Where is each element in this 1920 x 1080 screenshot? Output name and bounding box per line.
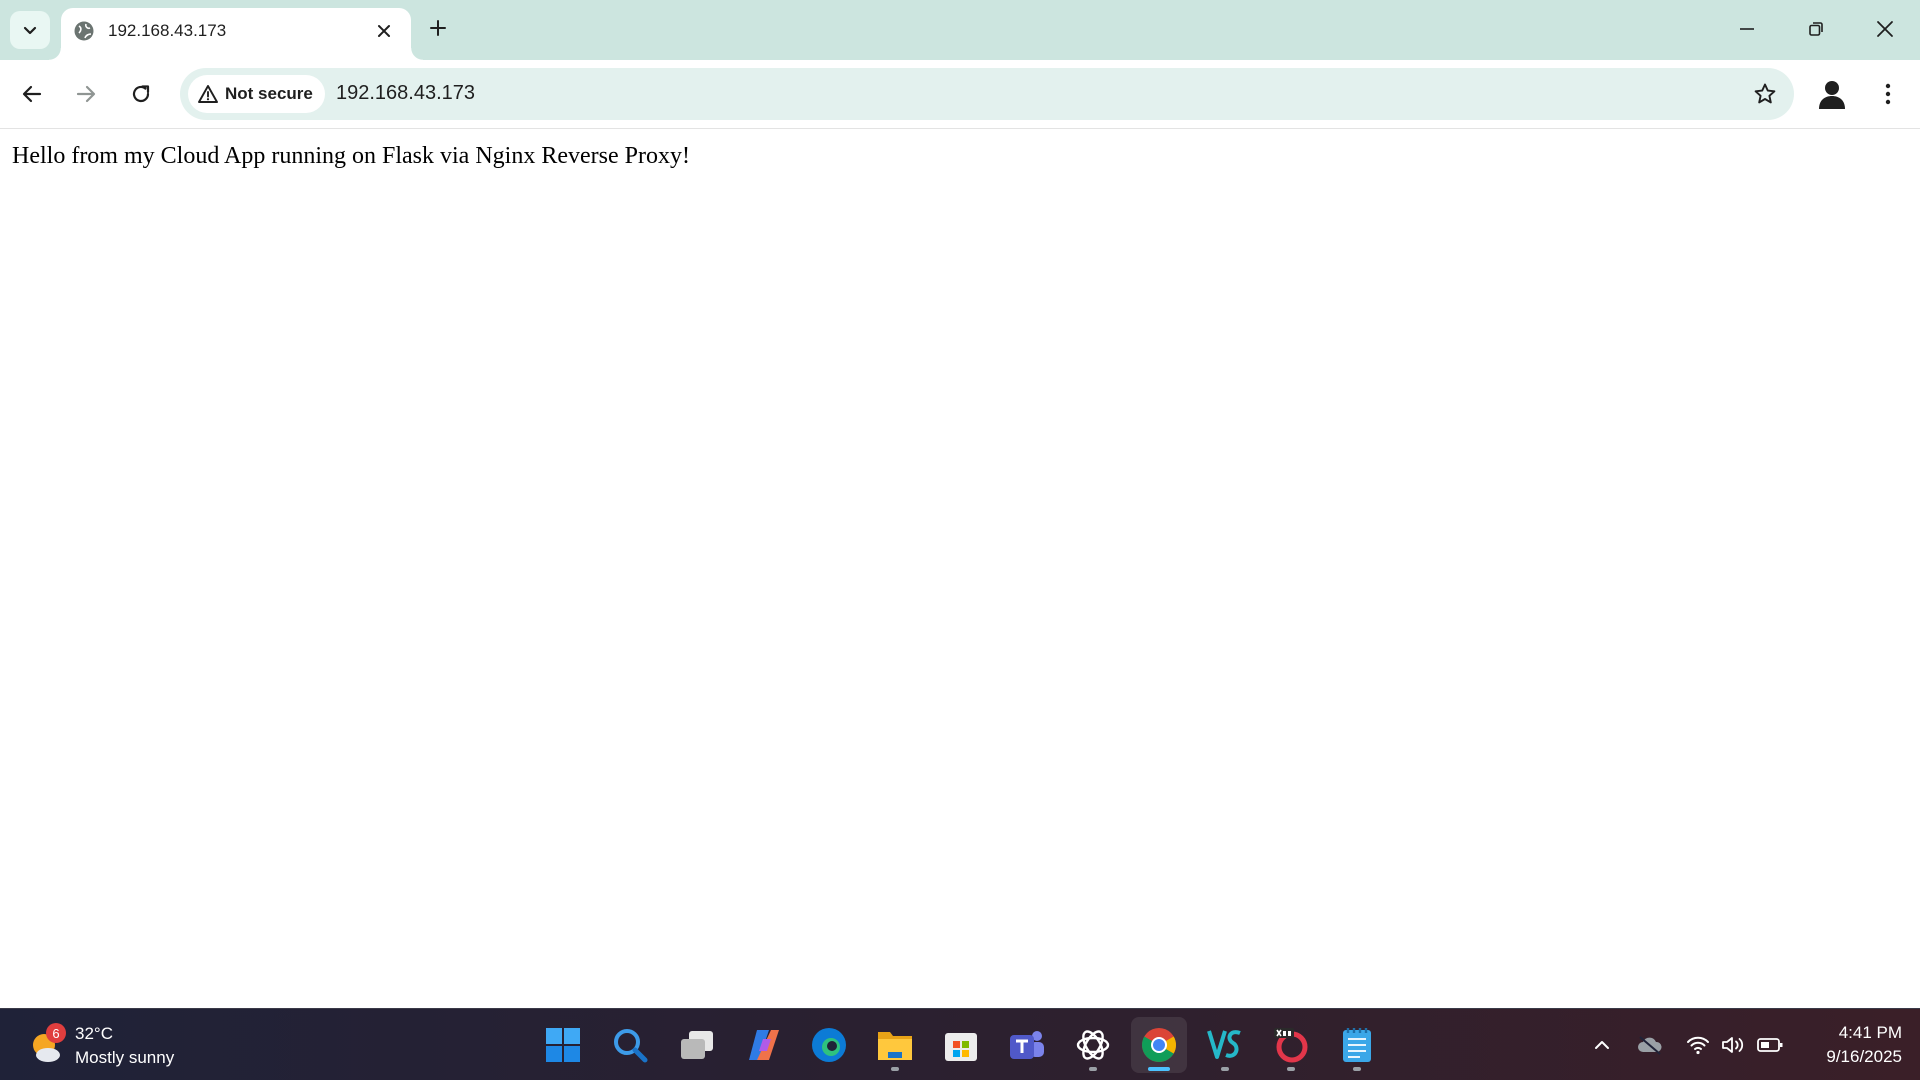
- close-window-button[interactable]: [1862, 8, 1908, 50]
- tab-title: 192.168.43.173: [108, 21, 227, 40]
- profile-button[interactable]: [1812, 74, 1852, 114]
- taskbar-x64-app[interactable]: [1263, 1017, 1319, 1073]
- address-bar[interactable]: Not secure 192.168.43.173: [180, 68, 1794, 120]
- battery-icon: [1757, 1038, 1783, 1052]
- copilot-icon: [749, 1030, 779, 1060]
- restore-icon: [1809, 22, 1823, 36]
- browser-menu-button[interactable]: [1870, 74, 1906, 114]
- star-icon: [1754, 83, 1776, 104]
- weather-condition: Mostly sunny: [75, 1048, 175, 1067]
- globe-icon: [74, 21, 94, 41]
- taskbar-edge[interactable]: [801, 1017, 857, 1073]
- edge-icon: [812, 1028, 846, 1062]
- profile-icon: [1819, 81, 1845, 109]
- browser-tab-active[interactable]: 192.168.43.173: [49, 8, 423, 60]
- windows-start-icon: [546, 1028, 580, 1062]
- security-indicator[interactable]: Not secure: [188, 75, 325, 113]
- taskbar-file-explorer[interactable]: [867, 1017, 923, 1073]
- taskbar-chrome[interactable]: [1131, 1017, 1187, 1073]
- arrow-right-icon: [76, 85, 96, 103]
- notepad-icon: [1343, 1028, 1371, 1062]
- minimize-button[interactable]: [1724, 8, 1770, 50]
- back-button[interactable]: [12, 74, 52, 114]
- active-indicator: [1148, 1067, 1170, 1071]
- reload-button[interactable]: [121, 74, 161, 114]
- reload-icon: [132, 85, 150, 103]
- volume-tray-button[interactable]: [1720, 1031, 1748, 1059]
- browser-toolbar: Not secure 192.168.43.173: [0, 60, 1920, 129]
- clock-date: 9/16/2025: [1826, 1047, 1902, 1066]
- microsoft-store-icon: [945, 1033, 977, 1061]
- tab-search-button[interactable]: [10, 11, 50, 49]
- network-tray-button[interactable]: [1684, 1031, 1712, 1059]
- cloud-offline-icon: [1638, 1036, 1662, 1055]
- running-indicator: [1287, 1067, 1295, 1071]
- web-page-content: Hello from my Cloud App running on Flask…: [0, 130, 1920, 1008]
- wifi-icon: [1687, 1036, 1709, 1055]
- battery-tray-button[interactable]: [1756, 1031, 1784, 1059]
- weather-widget[interactable]: 6 32°C Mostly sunny: [28, 1021, 228, 1069]
- running-indicator: [1089, 1067, 1097, 1071]
- chevron-down-icon: [23, 26, 37, 35]
- volume-icon: [1722, 1037, 1744, 1053]
- bookmark-button[interactable]: [1750, 79, 1780, 109]
- running-indicator: [1221, 1067, 1229, 1071]
- show-hidden-icons-button[interactable]: [1588, 1031, 1616, 1059]
- weather-temperature: 32°C: [75, 1024, 113, 1043]
- onedrive-tray-button[interactable]: [1636, 1031, 1664, 1059]
- taskbar-microsoft-store[interactable]: [933, 1017, 989, 1073]
- arrow-left-icon: [22, 85, 42, 103]
- plus-icon: [430, 20, 446, 36]
- weather-notification-badge: 6: [46, 1023, 66, 1043]
- file-explorer-icon: [878, 1032, 912, 1060]
- url-text[interactable]: 192.168.43.173: [336, 82, 475, 105]
- minimize-icon: [1740, 28, 1754, 30]
- taskbar-copilot[interactable]: [736, 1017, 792, 1073]
- taskbar-chatgpt[interactable]: [1065, 1017, 1121, 1073]
- restore-button[interactable]: [1793, 8, 1839, 50]
- x64-app-icon: [1274, 1028, 1308, 1063]
- warning-icon: [198, 85, 218, 103]
- forward-button[interactable]: [66, 74, 106, 114]
- close-icon: [378, 25, 390, 37]
- tab-close-button[interactable]: [371, 18, 397, 44]
- close-icon: [1877, 21, 1893, 37]
- windows-taskbar: 6 32°C Mostly sunny 4:41 PM 9/16/2025: [0, 1008, 1920, 1080]
- not-secure-label: Not secure: [225, 84, 313, 103]
- task-view-icon: [681, 1031, 713, 1059]
- more-vertical-icon: [1885, 83, 1891, 105]
- taskbar-teams[interactable]: [999, 1017, 1055, 1073]
- page-body-text: Hello from my Cloud App running on Flask…: [12, 143, 690, 169]
- browser-titlebar: 192.168.43.173: [0, 0, 1920, 60]
- taskbar-notepad[interactable]: [1329, 1017, 1385, 1073]
- taskbar-task-view[interactable]: [669, 1017, 725, 1073]
- chevron-up-icon: [1595, 1041, 1609, 1049]
- vs-icon: [1207, 1030, 1241, 1059]
- search-icon: [614, 1029, 648, 1063]
- clock-time: 4:41 PM: [1838, 1023, 1902, 1042]
- taskbar-vs-app[interactable]: [1197, 1017, 1253, 1073]
- teams-icon: [1010, 1031, 1044, 1059]
- new-tab-button[interactable]: [424, 14, 452, 42]
- taskbar-search-button[interactable]: [602, 1017, 658, 1073]
- running-indicator: [891, 1067, 899, 1071]
- chatgpt-icon: [1076, 1030, 1110, 1060]
- taskbar-clock[interactable]: 4:41 PM 9/16/2025: [1790, 1021, 1902, 1069]
- running-indicator: [1353, 1067, 1361, 1071]
- taskbar-start-button[interactable]: [535, 1017, 591, 1073]
- chrome-icon: [1142, 1028, 1176, 1062]
